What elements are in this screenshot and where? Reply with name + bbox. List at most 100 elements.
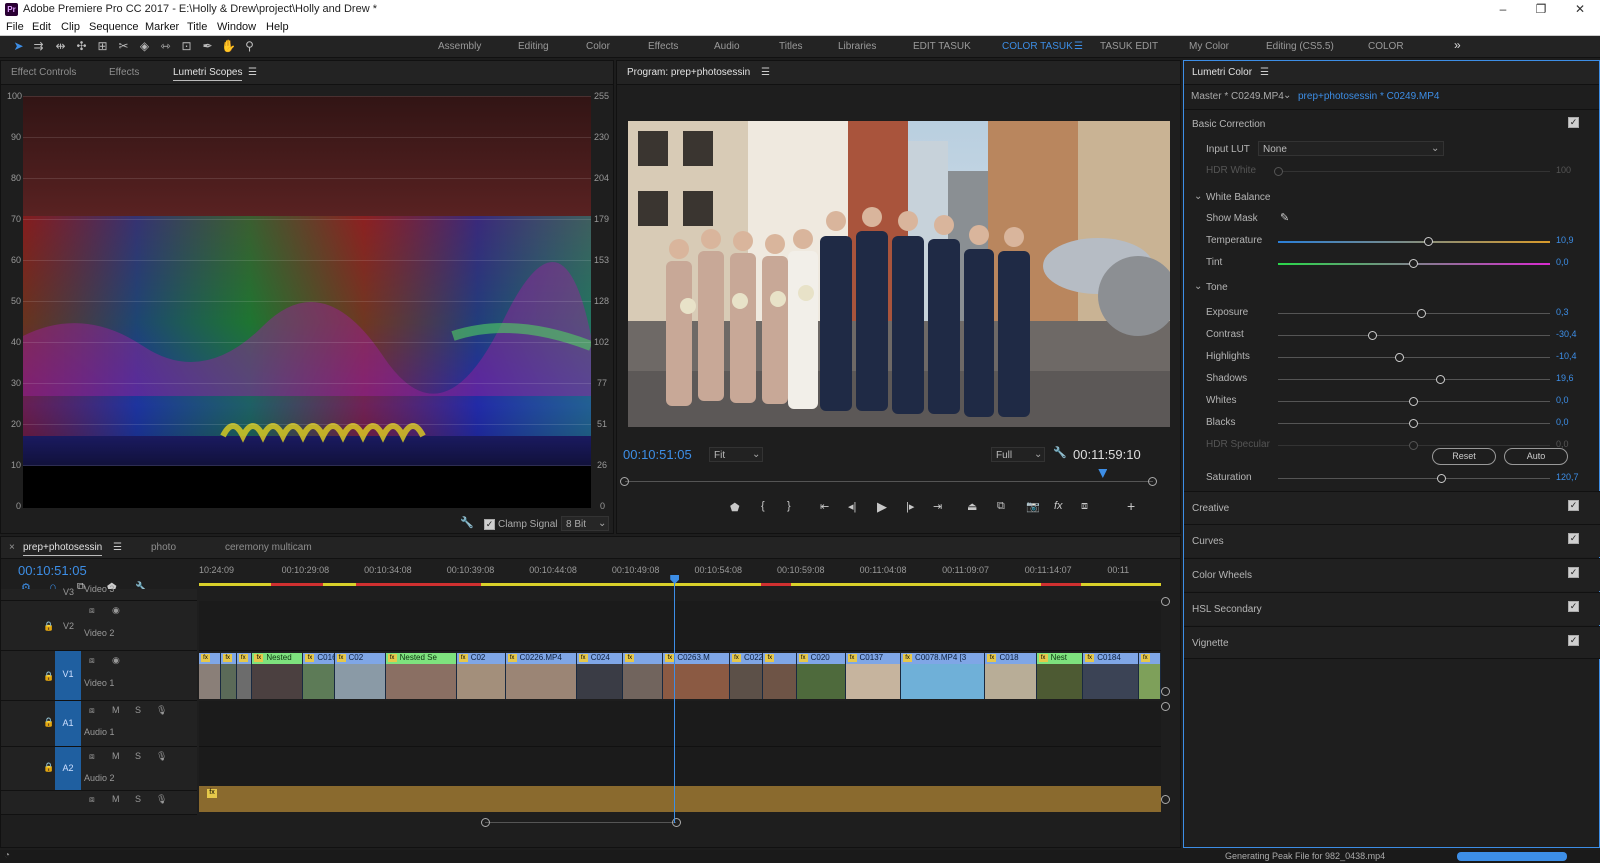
slider-value[interactable]: 0,0 [1556,257,1569,267]
timeline-playhead-line[interactable] [674,575,676,823]
track-header-v3[interactable]: V3 Video 3 [1,584,197,601]
workspace-tab[interactable]: Libraries [838,41,876,52]
close-icon[interactable]: × [9,542,15,553]
toggle-sync-lock-icon[interactable]: ⧈ [89,751,95,762]
workspace-tab[interactable]: Color [586,41,610,52]
video-clip[interactable]: C020 fx [796,653,846,699]
nested-sequence-clip[interactable]: Nest fx [1036,653,1084,699]
blacks-slider[interactable]: Blacks 0,0 [1184,413,1600,433]
slide-tool-icon[interactable]: ⇿ [158,39,173,54]
reset-button[interactable]: Reset [1432,448,1496,465]
nested-sequence-clip[interactable]: Nested Se fx [385,653,457,699]
video-clip[interactable]: fx [763,653,797,699]
video-clip[interactable]: C02 fx [456,653,506,699]
whites-slider[interactable]: Whites 0,0 [1184,391,1600,411]
tab-sequence-prep-photosessin[interactable]: prep+photosessin [23,542,103,556]
tab-sequence-photo[interactable]: photo [151,542,176,553]
video-clip[interactable]: C022 fx [729,653,764,699]
tab-sequence-ceremony-multicam[interactable]: ceremony multicam [225,542,312,553]
ripple-edit-tool-icon[interactable]: ⇹ [53,39,68,54]
video-clip[interactable]: C0226.MP4 fx [505,653,577,699]
razor-tool-icon[interactable]: ✂ [116,39,131,54]
lock-icon[interactable]: 🔒 [43,621,54,632]
color-wheels-checkbox[interactable]: ✓ [1568,567,1579,578]
slider-track[interactable] [1278,241,1550,243]
slider-knob[interactable] [1394,353,1404,362]
comparison-view-icon[interactable]: ⧈ [1081,500,1088,513]
shadows-slider[interactable]: Shadows 19,6 [1184,369,1600,389]
microphone-icon[interactable]: 🎙 [156,794,167,805]
video-clip[interactable]: C02 fx [334,653,386,699]
lift-icon[interactable]: ⏏ [967,500,977,513]
slider-value[interactable]: 0,0 [1556,417,1569,427]
video-clip[interactable]: fx [199,653,222,699]
microphone-icon[interactable]: 🎙 [156,751,167,762]
program-playhead[interactable] [1098,469,1108,478]
auto-button[interactable]: Auto [1504,448,1568,465]
workspace-tab[interactable]: Audio [714,41,740,52]
workspace-tab[interactable]: Editing [518,41,549,52]
program-video-frame[interactable] [628,121,1170,427]
mark-out-icon[interactable]: } [787,500,791,512]
horizontal-zoom-scrollbar[interactable] [485,822,676,823]
vertical-scroll-handle[interactable] [1161,795,1170,804]
hsl-secondary-section[interactable]: HSL Secondary ✓ [1184,592,1600,625]
track-target-a1[interactable]: A1 [55,701,81,746]
exposure-slider[interactable]: Exposure 0,3 [1184,303,1600,323]
tab-effects[interactable]: Effects [109,67,139,78]
mark-in-icon[interactable]: { [761,500,765,512]
pen-tool-icon[interactable]: ✒ [200,39,215,54]
tab-effect-controls[interactable]: Effect Controls [11,67,76,78]
slider-value[interactable]: 19,6 [1556,373,1574,383]
highlights-slider[interactable]: Highlights -10,4 [1184,347,1600,367]
slider-track[interactable] [1278,335,1550,336]
slider-value[interactable]: -30,4 [1556,329,1577,339]
lock-icon[interactable]: 🔒 [43,762,54,773]
add-marker-icon[interactable]: ⬟ [730,501,740,514]
rate-stretch-tool-icon[interactable]: ⊞ [95,39,110,54]
toggle-sync-lock-icon[interactable]: ⧈ [89,655,95,666]
lock-icon[interactable]: 🔒 [43,717,54,728]
creative-checkbox[interactable]: ✓ [1568,500,1579,511]
panel-menu-icon[interactable]: ☰ [761,67,770,78]
bit-depth-dropdown[interactable]: 8 Bit ⌄ [561,516,609,531]
slider-knob[interactable] [1409,259,1418,268]
workspace-tab[interactable]: TASUK EDIT [1100,41,1158,52]
nested-sequence-clip[interactable]: Nested fx [252,653,304,699]
fx-icon[interactable]: fx [1054,500,1063,512]
slider-value[interactable]: 0,0 [1556,395,1569,405]
track-target-a2[interactable]: A2 [55,747,81,790]
lock-icon[interactable]: 🔒 [43,671,54,682]
track-header-a2[interactable]: 🔒 A2 ⧈ M S 🎙 Audio 2 [1,747,197,791]
panel-menu-icon[interactable]: ☰ [248,67,257,78]
audio-clip-a3[interactable]: fx [199,786,1161,812]
selection-tool-icon[interactable]: ➤ [11,39,26,54]
track-header-a1[interactable]: 🔒 A1 ⧈ M S 🎙 Audio 1 [1,701,197,747]
slider-track[interactable] [1278,379,1550,380]
zoom-scroll-handle-left[interactable] [481,818,490,827]
zoom-dropdown[interactable]: Fit ⌄ [709,447,763,462]
video-clip[interactable]: C018 fx [985,653,1037,699]
slider-track[interactable] [1278,357,1550,358]
video-clip[interactable]: fx [221,653,237,699]
track-header-v2[interactable]: 🔒 V2 ⧈ ◉ Video 2 [1,601,197,651]
go-to-out-icon[interactable]: ⇥ [933,500,942,513]
video-clip[interactable]: C016fx [303,653,335,699]
button-editor-plus-icon[interactable]: + [1127,498,1135,514]
tint-slider[interactable]: Tint 0,0 [1184,253,1600,273]
workspace-menu-icon[interactable]: ☰ [1074,41,1083,52]
track-lane-v2[interactable] [199,601,1161,651]
timeline-timecode[interactable]: 00:10:51:05 [18,563,87,578]
close-button[interactable]: ✕ [1560,0,1600,19]
step-back-icon[interactable]: ◂| [848,500,856,513]
program-title[interactable]: Program: prep+photosessin [627,67,750,80]
saturation-value[interactable]: 120,7 [1556,472,1579,482]
saturation-slider[interactable]: Saturation 120,7 [1184,468,1600,488]
slider-value[interactable]: -10,4 [1556,351,1577,361]
zoom-tool-icon[interactable]: ⚲ [242,39,257,54]
workspace-tab[interactable]: Assembly [438,41,481,52]
slider-knob[interactable] [1367,331,1377,340]
slider-knob[interactable] [1409,397,1418,406]
slider-knob[interactable] [1417,309,1427,318]
solo-icon[interactable]: S [135,794,141,804]
